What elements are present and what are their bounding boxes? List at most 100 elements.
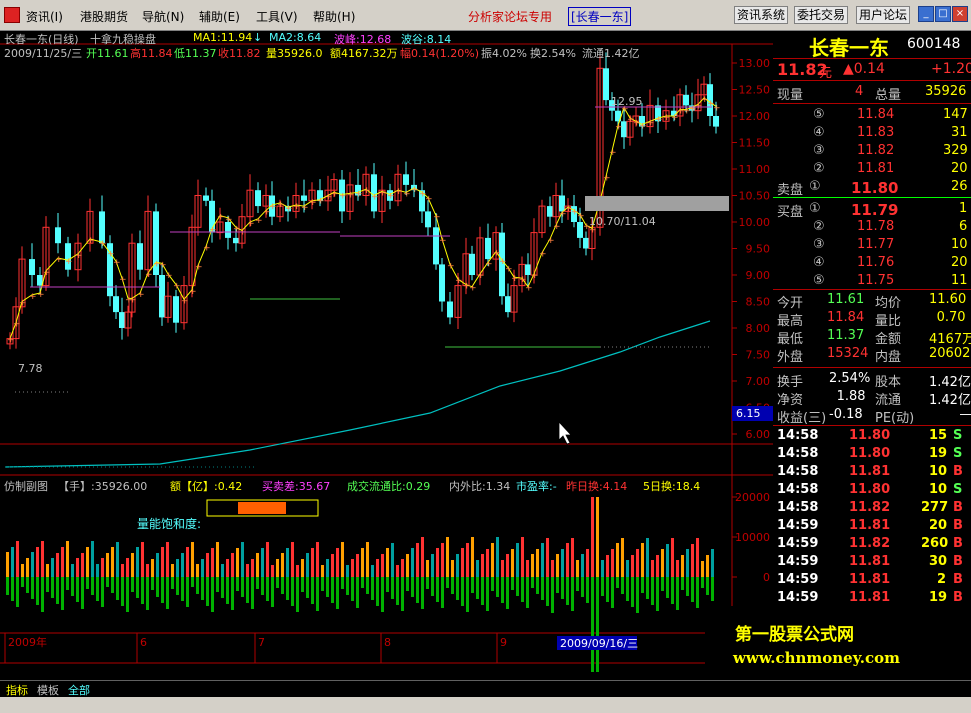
ma1-marker: + <box>603 173 611 183</box>
panel-stat-label: 最高 <box>777 314 804 329</box>
menu-hk-futures[interactable]: 港股期货 <box>80 8 128 25</box>
volume-bar <box>561 549 564 577</box>
close-icon[interactable]: × <box>952 6 968 22</box>
volume-neg-bar <box>116 577 119 600</box>
volume-bar <box>101 558 104 577</box>
app-icon <box>4 7 20 23</box>
tick-direction: S <box>953 446 963 461</box>
volume-bar <box>16 541 19 577</box>
volume-bar <box>361 548 364 577</box>
volume-neg-bar <box>566 577 569 605</box>
volume-bar <box>151 559 154 577</box>
volume-bar <box>286 548 289 577</box>
volume-bar <box>641 543 644 577</box>
volume-bar <box>321 565 324 577</box>
tab-indicator[interactable]: 指标 <box>6 682 28 698</box>
price-tick-label: 7.00 <box>746 375 771 388</box>
ma1-marker: + <box>547 236 555 246</box>
volume-bar <box>176 559 179 577</box>
volume-neg-bar <box>41 577 44 612</box>
candle-body <box>439 264 445 302</box>
volume-bar <box>241 542 244 577</box>
menu-help[interactable]: 帮助(H) <box>313 8 355 25</box>
ma1-marker: + <box>43 268 51 278</box>
ma1-marker: + <box>395 187 403 197</box>
volume-bar <box>411 548 414 577</box>
volume-bar <box>461 548 464 577</box>
panel-buy-price: 11.77 <box>857 237 895 252</box>
volume-bar <box>281 553 284 577</box>
ma1-marker: + <box>301 203 309 213</box>
zone-annotation: 10.70/11.04 <box>589 215 656 228</box>
volume-neg-bar <box>701 577 704 588</box>
volume-bar <box>451 560 454 577</box>
date-label: 7 <box>258 636 265 649</box>
ma1-marker: + <box>355 189 363 199</box>
volume-bar <box>406 554 409 577</box>
volume-bar <box>131 553 134 577</box>
volume-bar <box>686 549 689 577</box>
chart-area[interactable]: 13.00 12.50 12.00 11.50 11.00 10.50 10.00 9.50 9… <box>0 30 773 680</box>
volume-bar <box>251 559 254 577</box>
panel-sell-price: 11.80 <box>851 179 899 197</box>
volume-neg-bar <box>106 577 109 587</box>
brand-name: 第一股票公式网 <box>735 625 854 645</box>
tick-price: 11.82 <box>849 500 891 515</box>
volume-bar <box>441 543 444 577</box>
maximize-icon[interactable]: □ <box>935 6 951 22</box>
volume-neg-bar <box>136 577 139 598</box>
date-label: 9 <box>500 636 507 649</box>
bar-low: 低11.37 <box>174 47 217 60</box>
gray-zone-band <box>585 196 729 211</box>
volume-bar <box>261 548 264 577</box>
tick-direction: B <box>953 500 963 515</box>
ma1-marker: + <box>173 282 181 292</box>
tab-all[interactable]: 全部 <box>68 682 90 698</box>
volume-neg-bar <box>531 577 534 588</box>
volume-bar <box>711 549 714 577</box>
tick-time: 14:58 <box>777 500 819 515</box>
volume-neg-bar <box>261 577 264 595</box>
tab-template[interactable]: 模板 <box>37 682 59 698</box>
ma1-marker: + <box>505 265 513 275</box>
volume-neg-bar <box>561 577 564 599</box>
brand-url: www.chnmoney.com <box>733 649 900 667</box>
news-system-button[interactable]: 资讯系统 <box>734 6 789 24</box>
panel-stat-value: 20602 <box>929 346 971 361</box>
menu-navigate[interactable]: 导航(N) <box>142 8 184 25</box>
volume-bar <box>526 560 529 577</box>
minimize-icon[interactable]: _ <box>918 6 934 22</box>
trade-button[interactable]: 委托交易 <box>794 6 849 24</box>
candle-body <box>233 237 239 244</box>
volume-neg-bar <box>551 577 554 613</box>
panel-sell-price: 11.84 <box>857 107 895 122</box>
panel-buy-price: 11.78 <box>857 219 895 234</box>
volume-neg-bar <box>586 577 589 603</box>
forum-button[interactable]: 用户论坛 <box>856 6 911 24</box>
volume-neg-bar <box>591 577 594 672</box>
volume-bar <box>656 555 659 577</box>
volume-neg-bar <box>671 577 674 604</box>
volume-neg-bar <box>711 577 714 601</box>
menu-assist[interactable]: 辅助(E) <box>199 8 240 25</box>
volume-bar <box>121 564 124 577</box>
menu-tools[interactable]: 工具(V) <box>256 8 298 25</box>
tick-time: 14:58 <box>777 446 819 461</box>
panel-buy-level: ⑤ <box>813 273 825 288</box>
panel-stat-value: 0.70 <box>936 310 966 325</box>
volume-neg-bar <box>171 577 174 589</box>
volume-bar <box>46 564 49 577</box>
price-tick-label: 13.00 <box>739 57 771 70</box>
volume-neg-bar <box>46 577 49 592</box>
volume-neg-bar <box>426 577 429 589</box>
ma1-marker: + <box>137 290 145 300</box>
volume-neg-bar <box>526 577 529 608</box>
ma1-marker: + <box>309 198 317 208</box>
menu-info[interactable]: 资讯(I) <box>26 8 63 25</box>
volume-bar <box>291 542 294 577</box>
panel-divider <box>773 289 971 290</box>
volume-bar <box>181 553 184 577</box>
volume-neg-bar <box>516 577 519 596</box>
volume-bar <box>476 560 479 577</box>
panel-stat2-value: 1.42亿 <box>929 375 971 390</box>
